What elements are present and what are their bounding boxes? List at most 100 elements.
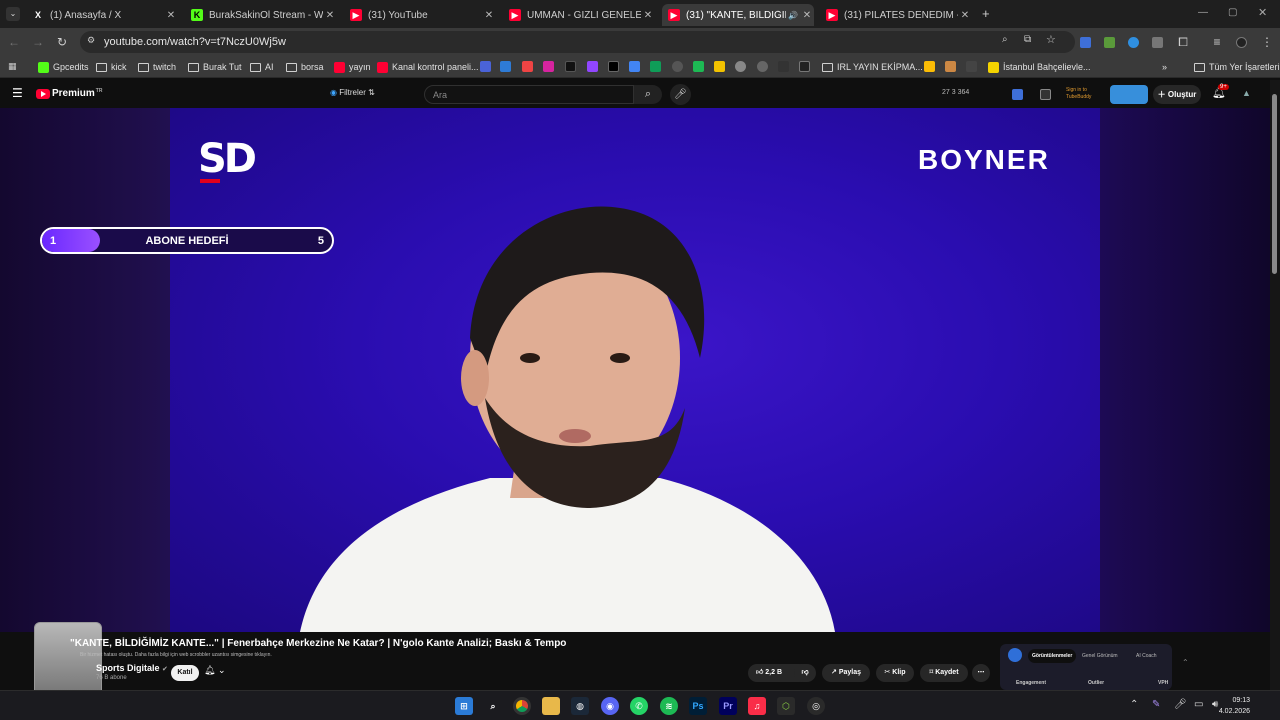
tab-x[interactable]: X (1) Anasayfa / X ✕ <box>26 4 178 26</box>
channel-name[interactable]: Sports Digitale ✔ <box>96 663 168 673</box>
bookmark-kanal-kontrol[interactable]: Kanal kontrol paneli... <box>377 60 479 74</box>
tab-kick[interactable]: K BurakSakinOl Stream - Watch Live... ✕ <box>185 4 337 26</box>
bookmark-yayin[interactable]: yayın <box>334 60 371 74</box>
clip-button[interactable]: ✂ Klip <box>876 664 914 682</box>
windows-start-icon[interactable]: ⊞ <box>455 697 473 715</box>
subscribe-bell-button[interactable]: 🔔︎ ⌄ <box>204 665 238 681</box>
close-window-button[interactable]: ✕ <box>1258 6 1267 19</box>
bookmark-icon[interactable] <box>966 61 977 72</box>
bookmark-folder-kick[interactable]: kick <box>96 60 127 74</box>
docs-icon[interactable] <box>629 61 640 72</box>
close-icon[interactable]: ✕ <box>482 10 496 21</box>
bookmark-folder-ai[interactable]: AI <box>250 60 274 74</box>
dislike-button[interactable]: 👎︎ <box>794 664 816 682</box>
reading-list-icon[interactable]: ≡ <box>1208 33 1226 51</box>
back-icon[interactable]: ← <box>5 33 23 51</box>
youtube-logo[interactable]: Premium TR <box>36 88 102 99</box>
menu-dots-icon[interactable]: ⋮ <box>1258 33 1276 51</box>
zoom-icon[interactable]: ⌕ <box>1002 34 1008 45</box>
reload-icon[interactable]: ↻ <box>53 33 71 51</box>
x-icon[interactable] <box>608 61 619 72</box>
app-icon[interactable]: ⬡ <box>777 697 795 715</box>
pen-icon[interactable]: ✎ <box>1152 699 1160 710</box>
tab-overview[interactable]: Genel Görünüm <box>1078 649 1122 663</box>
obs-icon[interactable]: ◎ <box>807 697 825 715</box>
site-info-icon[interactable]: ⚙ <box>87 35 95 46</box>
microphone-icon[interactable]: 🎤︎ <box>670 84 691 105</box>
tab-views[interactable]: Görüntülenmeler <box>1028 649 1077 663</box>
close-icon[interactable]: ✕ <box>641 10 655 21</box>
join-button[interactable]: Katıl <box>171 665 199 681</box>
instagram-icon[interactable] <box>543 61 554 72</box>
photoshop-icon[interactable]: Ps <box>689 697 707 715</box>
bookmark-icon[interactable] <box>799 61 810 72</box>
bookmark-folder-borsa[interactable]: borsa <box>286 60 324 74</box>
sheets-icon[interactable] <box>650 61 661 72</box>
collapse-panel-icon[interactable]: ⌃ <box>1182 658 1189 667</box>
premiere-icon[interactable]: Pr <box>719 697 737 715</box>
close-icon[interactable]: ✕ <box>800 10 814 21</box>
extension-icon[interactable] <box>1152 37 1163 48</box>
bookmark-icon[interactable] <box>500 61 511 72</box>
url-text[interactable]: youtube.com/watch?v=t7NczU0Wj5w <box>104 36 286 48</box>
bookmark-folder-twitch[interactable]: twitch <box>138 60 176 74</box>
close-icon[interactable]: ✕ <box>958 10 972 21</box>
steam-icon[interactable]: ◍ <box>571 697 589 715</box>
file-explorer-icon[interactable] <box>542 697 560 715</box>
tab-search-button[interactable]: ⌄ <box>6 7 20 21</box>
tab-umman[interactable]: ▶ UMMAN - GİZLİ GENELEV SOKAĞ... ✕ <box>503 4 655 26</box>
bookmark-icon[interactable] <box>693 61 704 72</box>
search-icon[interactable]: ⌕ <box>484 697 502 715</box>
extension-icon[interactable] <box>1128 37 1139 48</box>
bookmark-icon[interactable] <box>945 61 956 72</box>
share-button[interactable]: ↗ Paylaş <box>822 664 870 682</box>
network-icon[interactable]: ▭ <box>1194 699 1203 710</box>
volume-icon[interactable]: 🔊︎ <box>1212 699 1218 710</box>
chrome-icon[interactable] <box>513 697 531 715</box>
address-bar[interactable]: ⚙ youtube.com/watch?v=t7NczU0Wj5w ⌕ ⧉ ☆ <box>80 31 1075 53</box>
speaker-icon[interactable]: 🔊 <box>786 11 800 20</box>
discord-icon[interactable]: ◉ <box>601 697 619 715</box>
close-icon[interactable]: ✕ <box>164 10 178 21</box>
bookmark-icon[interactable] <box>714 61 725 72</box>
more-actions-icon[interactable]: ⋯ <box>972 664 990 682</box>
maximize-button[interactable]: ▢ <box>1228 7 1237 18</box>
apps-grid-icon[interactable]: ▦ <box>8 61 17 72</box>
spotify-icon[interactable]: ≋ <box>660 697 678 715</box>
bookmark-icon[interactable] <box>757 61 768 72</box>
bookmark-icon[interactable] <box>924 61 935 72</box>
minimize-button[interactable]: — <box>1198 7 1208 18</box>
music-icon[interactable]: ♫ <box>748 697 766 715</box>
bookmark-icon[interactable] <box>522 61 533 72</box>
create-button[interactable]: ＋ Oluştur <box>1153 85 1201 104</box>
page-scrollbar[interactable] <box>1270 80 1280 690</box>
bookmark-icon[interactable] <box>735 61 746 72</box>
account-avatar[interactable]: ▲ <box>1242 88 1251 98</box>
extension-icon[interactable] <box>1080 37 1091 48</box>
bookmark-star-icon[interactable]: ☆ <box>1046 33 1056 46</box>
new-tab-button[interactable]: + <box>982 6 990 21</box>
system-clock[interactable]: 09:13 4.02.2026 <box>1219 695 1250 717</box>
cast-icon[interactable]: ⧉ <box>1024 34 1031 45</box>
all-bookmarks[interactable]: Tüm Yer İşaretleri <box>1194 60 1280 74</box>
more-bookmarks-icon[interactable]: » <box>1162 60 1167 74</box>
search-icon[interactable]: ⌕ <box>634 85 662 104</box>
bookmark-folder-irl[interactable]: IRL YAYIN EKİPMA... <box>822 60 923 74</box>
extension-icon[interactable] <box>1104 37 1115 48</box>
hamburger-menu-icon[interactable]: ☰ <box>12 86 23 100</box>
bookmark-icon[interactable] <box>672 61 683 72</box>
forward-icon[interactable]: → <box>29 33 47 51</box>
video-player[interactable]: SD BOYNER ABONE HEDEFİ 1 5 <box>0 108 1270 632</box>
profile-avatar[interactable] <box>1236 37 1247 48</box>
whatsapp-icon[interactable]: ✆ <box>630 697 648 715</box>
search-input[interactable]: Ara <box>424 85 634 104</box>
tab-youtube[interactable]: ▶ (31) YouTube ✕ <box>344 4 496 26</box>
extension-icon[interactable] <box>1012 89 1023 100</box>
notifications-bell-icon[interactable]: 🔔︎ 9+ <box>1212 84 1229 99</box>
scrollbar-thumb[interactable] <box>1272 94 1277 274</box>
bookmark-icon[interactable] <box>480 61 491 72</box>
save-button[interactable]: ⌑ Kaydet <box>920 664 968 682</box>
bookmark-gpcedits[interactable]: Gpcedits <box>38 60 89 74</box>
tiktok-icon[interactable] <box>565 61 576 72</box>
tubebuddy-signin-link[interactable]: Sign in to TubeBuddy <box>1066 87 1106 101</box>
